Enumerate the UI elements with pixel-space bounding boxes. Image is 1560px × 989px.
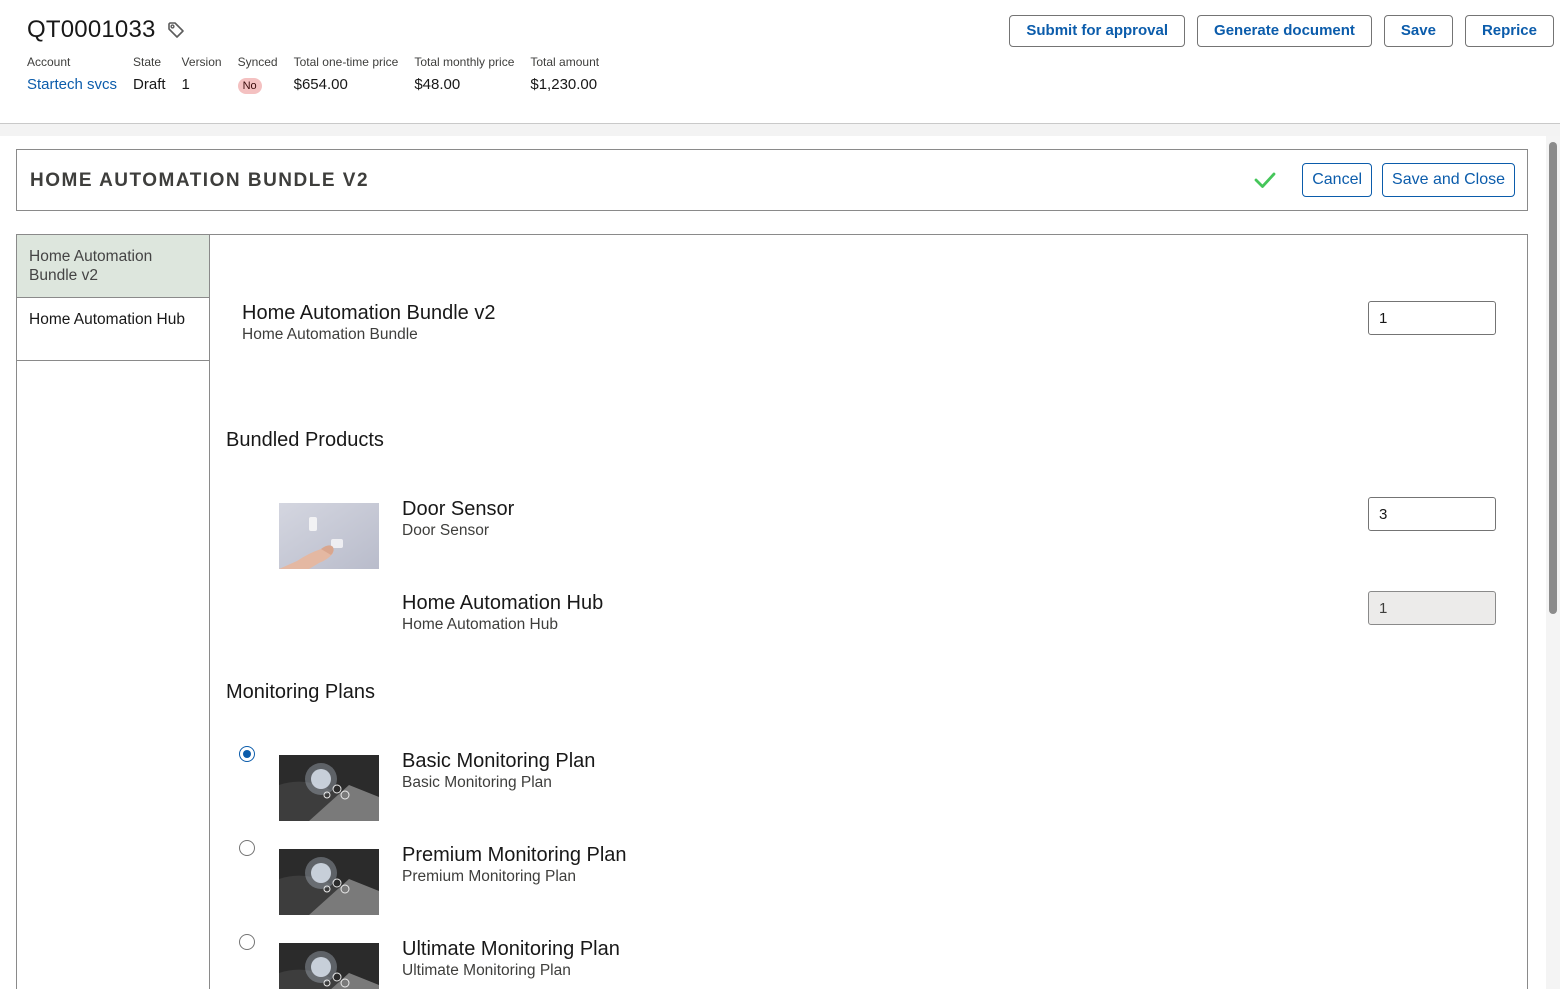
basic-plan-text: Basic Monitoring Plan Basic Monitoring P…	[402, 749, 595, 793]
plan-premium-radio[interactable]	[239, 840, 255, 856]
bundle-header: HOME AUTOMATION BUNDLE V2 Cancel Save an…	[16, 149, 1528, 211]
submit-for-approval-button[interactable]: Submit for approval	[1009, 15, 1186, 47]
quote-header: QT0001033 Account Startech svcs State Dr…	[0, 0, 1560, 124]
basic-plan-image	[279, 755, 379, 821]
sidebar: Home Automation Bundle v2 Home Automatio…	[17, 235, 210, 989]
main-product-text: Home Automation Bundle v2 Home Automatio…	[242, 301, 496, 345]
bundle-actions: Cancel Save and Close	[1252, 163, 1515, 197]
ultimate-plan-image	[279, 943, 379, 989]
product-name: Basic Monitoring Plan	[402, 750, 596, 772]
door-sensor-image	[279, 503, 379, 569]
field-version: Version 1	[182, 55, 222, 95]
bundled-products-title: Bundled Products	[226, 429, 384, 451]
product-subtitle: Ultimate Monitoring Plan	[402, 962, 571, 979]
synced-badge: No	[237, 78, 262, 94]
quote-fields: Account Startech svcs State Draft Versio…	[27, 55, 615, 95]
field-value: No	[237, 75, 278, 95]
tag-icon[interactable]	[166, 20, 186, 40]
premium-plan-text: Premium Monitoring Plan Premium Monitori…	[402, 843, 627, 887]
plan-ultimate-radio[interactable]	[239, 934, 255, 950]
check-icon	[1254, 172, 1276, 188]
premium-plan-image	[279, 849, 379, 915]
account-link[interactable]: Startech svcs	[27, 75, 117, 95]
generate-document-button[interactable]: Generate document	[1197, 15, 1372, 47]
field-state: State Draft	[133, 55, 166, 95]
product-subtitle: Home Automation Bundle	[242, 326, 418, 343]
field-onetime-price: Total one-time price $654.00	[294, 55, 399, 95]
field-synced: Synced No	[237, 55, 278, 95]
field-label: Account	[27, 55, 71, 69]
field-label: Synced	[237, 55, 278, 69]
quote-number: QT0001033	[27, 16, 156, 43]
field-value: 1	[181, 76, 190, 93]
field-label: Version	[181, 55, 222, 69]
product-name: Home Automation Hub	[402, 592, 604, 614]
sidebar-item-bundle[interactable]: Home Automation Bundle v2	[17, 235, 209, 298]
product-name: Premium Monitoring Plan	[402, 844, 627, 866]
field-total-amount: Total amount $1,230.00	[530, 55, 599, 95]
header-actions: Submit for approval Generate document Sa…	[1009, 15, 1554, 47]
hub-text: Home Automation Hub Home Automation Hub	[402, 591, 603, 635]
config-content: Home Automation Bundle v2 Home Automatio…	[210, 235, 1527, 989]
configurator: Home Automation Bundle v2 Home Automatio…	[16, 234, 1528, 989]
save-and-close-button[interactable]: Save and Close	[1382, 163, 1515, 197]
field-label: Total amount	[530, 55, 600, 69]
field-account: Account Startech svcs	[27, 55, 117, 95]
save-button[interactable]: Save	[1383, 15, 1453, 47]
product-name: Ultimate Monitoring Plan	[402, 938, 620, 960]
field-label: Total monthly price	[414, 55, 515, 69]
door-sensor-text: Door Sensor Door Sensor	[402, 497, 514, 541]
hub-quantity-input	[1368, 591, 1496, 625]
product-subtitle: Basic Monitoring Plan	[402, 774, 552, 791]
product-subtitle: Door Sensor	[402, 522, 490, 539]
quote-title: QT0001033	[27, 16, 186, 44]
product-name: Home Automation Bundle v2	[242, 302, 496, 324]
field-value: $654.00	[293, 76, 348, 93]
field-monthly-price: Total monthly price $48.00	[414, 55, 514, 95]
product-subtitle: Home Automation Hub	[402, 616, 558, 633]
product-subtitle: Premium Monitoring Plan	[402, 868, 577, 885]
scrollbar-thumb[interactable]	[1549, 142, 1557, 614]
door-sensor-quantity-input[interactable]	[1368, 497, 1496, 531]
header-divider	[0, 124, 1560, 136]
sidebar-item-hub[interactable]: Home Automation Hub	[17, 298, 209, 361]
cancel-button[interactable]: Cancel	[1302, 163, 1373, 197]
main-product-quantity-input[interactable]	[1368, 301, 1496, 335]
field-label: State	[133, 55, 162, 69]
field-value: Draft	[133, 76, 166, 93]
field-label: Total one-time price	[293, 55, 399, 69]
field-value: $48.00	[414, 76, 461, 93]
sidebar-item-label: Home Automation Hub	[29, 311, 185, 328]
product-name: Door Sensor	[402, 498, 515, 520]
ultimate-plan-text: Ultimate Monitoring Plan Ultimate Monito…	[402, 937, 620, 981]
sidebar-item-label: Home Automation Bundle v2	[29, 248, 153, 284]
bundle-title: HOME AUTOMATION BUNDLE V2	[30, 170, 370, 191]
plan-basic-radio[interactable]	[239, 746, 255, 762]
monitoring-plans-title: Monitoring Plans	[226, 681, 375, 703]
field-value: $1,230.00	[530, 76, 598, 93]
reprice-button[interactable]: Reprice	[1464, 15, 1554, 47]
